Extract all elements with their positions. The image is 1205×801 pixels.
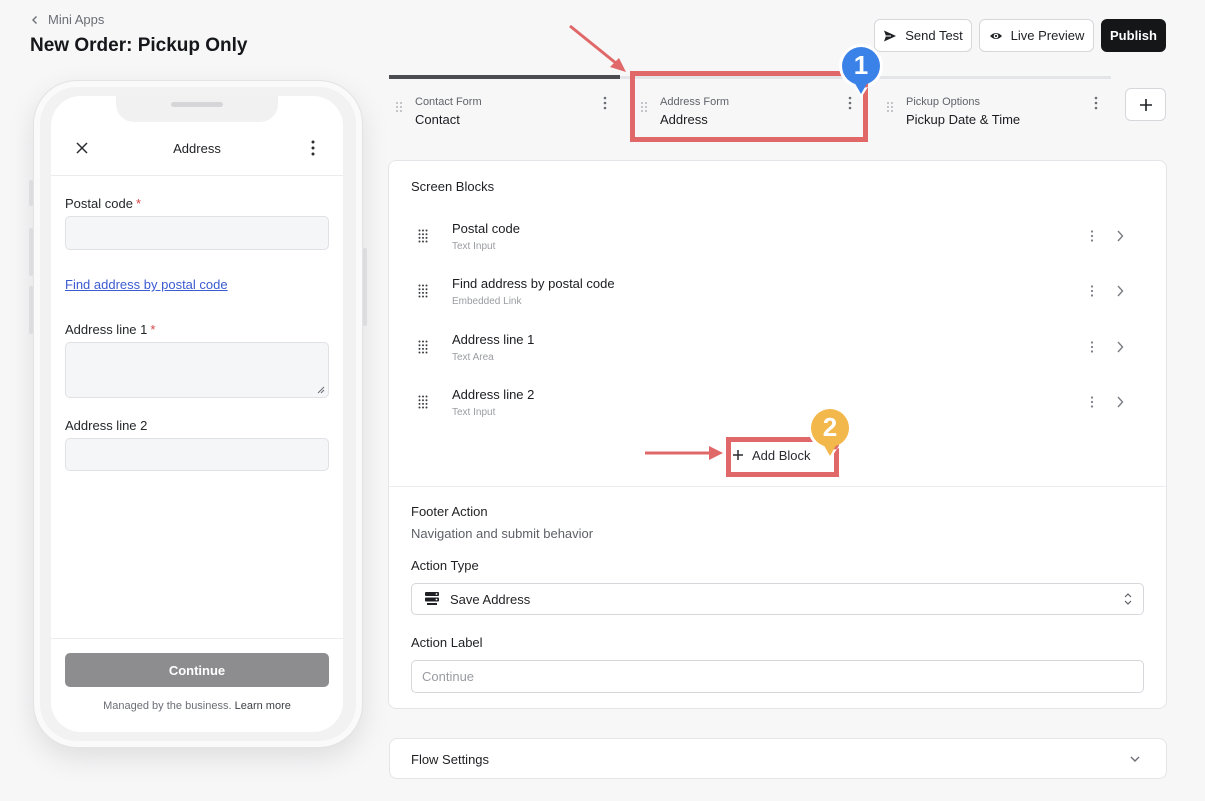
eye-icon [989, 32, 1002, 39]
field-label-text: Address line 2 [65, 418, 148, 433]
chevron-left-icon [32, 15, 37, 24]
action-type-label: Action Type [411, 558, 479, 573]
drag-handle-icon[interactable] [395, 101, 403, 113]
section-divider [389, 486, 1166, 487]
block-row-address-line-2[interactable]: Address line 2 Text Input [412, 385, 1132, 429]
back-link-label: Mini Apps [48, 12, 105, 27]
more-vertical-icon[interactable] [1088, 395, 1096, 409]
more-vertical-icon[interactable] [306, 138, 320, 158]
address-line-1-label: Address line 1 * [65, 322, 155, 337]
footer-action-subtitle: Navigation and submit behavior [411, 526, 594, 541]
server-icon [425, 592, 439, 605]
action-type-select[interactable]: Save Address [411, 583, 1144, 615]
block-row-find-address[interactable]: Find address by postal code Embedded Lin… [412, 274, 1132, 318]
chevron-right-icon[interactable] [1115, 395, 1125, 409]
drag-handle-icon[interactable] [886, 101, 894, 113]
plus-icon [1139, 98, 1152, 111]
chevron-right-icon[interactable] [1115, 284, 1125, 298]
required-mark: * [135, 196, 141, 211]
drag-handle-icon[interactable] [418, 284, 428, 298]
address-line-2-input[interactable] [65, 438, 329, 471]
arrow-annotation [569, 24, 626, 72]
learn-more-link[interactable]: Learn more [235, 700, 291, 712]
phone-side-button [363, 248, 367, 326]
more-vertical-icon[interactable] [1088, 284, 1096, 298]
tab-name: Contact [415, 112, 460, 127]
phone-footer-divider [51, 638, 343, 639]
send-test-label: Send Test [905, 28, 963, 43]
postal-code-input[interactable] [65, 216, 329, 250]
block-type: Text Input [452, 241, 496, 252]
phone-screen [51, 96, 343, 732]
address-line-2-label: Address line 2 [65, 418, 147, 433]
block-row-postal-code[interactable]: Postal code Text Input [412, 219, 1132, 263]
phone-screen-title: Address [173, 141, 221, 156]
postal-code-label: Postal code * [65, 196, 141, 211]
more-vertical-icon[interactable] [1092, 95, 1100, 111]
block-name: Address line 2 [452, 387, 535, 402]
live-preview-label: Live Preview [1010, 28, 1085, 43]
field-label-text: Postal code [65, 196, 133, 211]
action-type-value: Save Address [450, 591, 531, 607]
chevron-down-icon [1130, 756, 1140, 762]
send-test-button[interactable]: Send Test [874, 19, 972, 52]
publish-label: Publish [1110, 28, 1157, 43]
action-label-label: Action Label [411, 635, 483, 650]
step-marker-2: 2 [806, 404, 854, 460]
chevron-right-icon[interactable] [1115, 340, 1125, 354]
managed-text: Managed by the business. [103, 700, 232, 712]
phone-speaker [171, 102, 223, 107]
more-vertical-icon[interactable] [601, 95, 609, 111]
arrow-annotation [645, 446, 723, 460]
chevron-up-down-icon [1124, 593, 1132, 605]
add-screen-button[interactable] [1125, 88, 1166, 121]
block-type: Text Input [452, 407, 496, 418]
drag-handle-icon[interactable] [418, 340, 428, 354]
tab-contact-form[interactable]: Contact Form Contact [389, 92, 621, 136]
chevron-right-icon[interactable] [1115, 229, 1125, 243]
tab-name: Pickup Date & Time [906, 112, 1021, 127]
tab-pickup-options[interactable]: Pickup Options Pickup Date & Time [880, 92, 1112, 136]
publish-button[interactable]: Publish [1101, 19, 1166, 52]
screen-blocks-title: Screen Blocks [411, 179, 495, 194]
drag-handle-icon[interactable] [418, 395, 428, 409]
phone-continue-button[interactable]: Continue [65, 653, 329, 687]
tab-kind: Pickup Options [906, 96, 980, 108]
required-mark: * [150, 322, 156, 337]
managed-note: Managed by the business. Learn more [51, 700, 343, 712]
highlight-box-address-tab [630, 71, 868, 142]
block-name: Address line 1 [452, 332, 535, 347]
live-preview-button[interactable]: Live Preview [979, 19, 1094, 52]
block-type: Text Area [452, 352, 494, 363]
tab-kind: Contact Form [415, 96, 482, 108]
block-name: Find address by postal code [452, 276, 615, 291]
footer-action-title: Footer Action [411, 504, 488, 519]
more-vertical-icon[interactable] [1088, 229, 1096, 243]
block-name: Postal code [452, 221, 520, 236]
block-type: Embedded Link [452, 296, 522, 307]
step-marker-1: 1 [837, 42, 885, 98]
step-marker-number: 1 [853, 50, 869, 80]
resize-handle-icon[interactable] [317, 386, 325, 394]
flow-settings-label: Flow Settings [411, 752, 490, 767]
field-label-text: Address line 1 [65, 322, 148, 337]
find-address-link[interactable]: Find address by postal code [65, 277, 228, 292]
flow-settings-accordion[interactable]: Flow Settings [389, 738, 1167, 779]
action-label-input[interactable] [411, 660, 1144, 693]
phone-notch [116, 96, 278, 122]
send-icon [884, 30, 897, 41]
block-row-address-line-1[interactable]: Address line 1 Text Area [412, 330, 1132, 374]
step-marker-number: 2 [822, 412, 838, 442]
more-vertical-icon[interactable] [1088, 340, 1096, 354]
page-title: New Order: Pickup Only [30, 35, 248, 56]
back-link[interactable]: Mini Apps [30, 12, 104, 27]
drag-handle-icon[interactable] [418, 229, 428, 243]
address-line-1-textarea[interactable] [65, 342, 329, 398]
